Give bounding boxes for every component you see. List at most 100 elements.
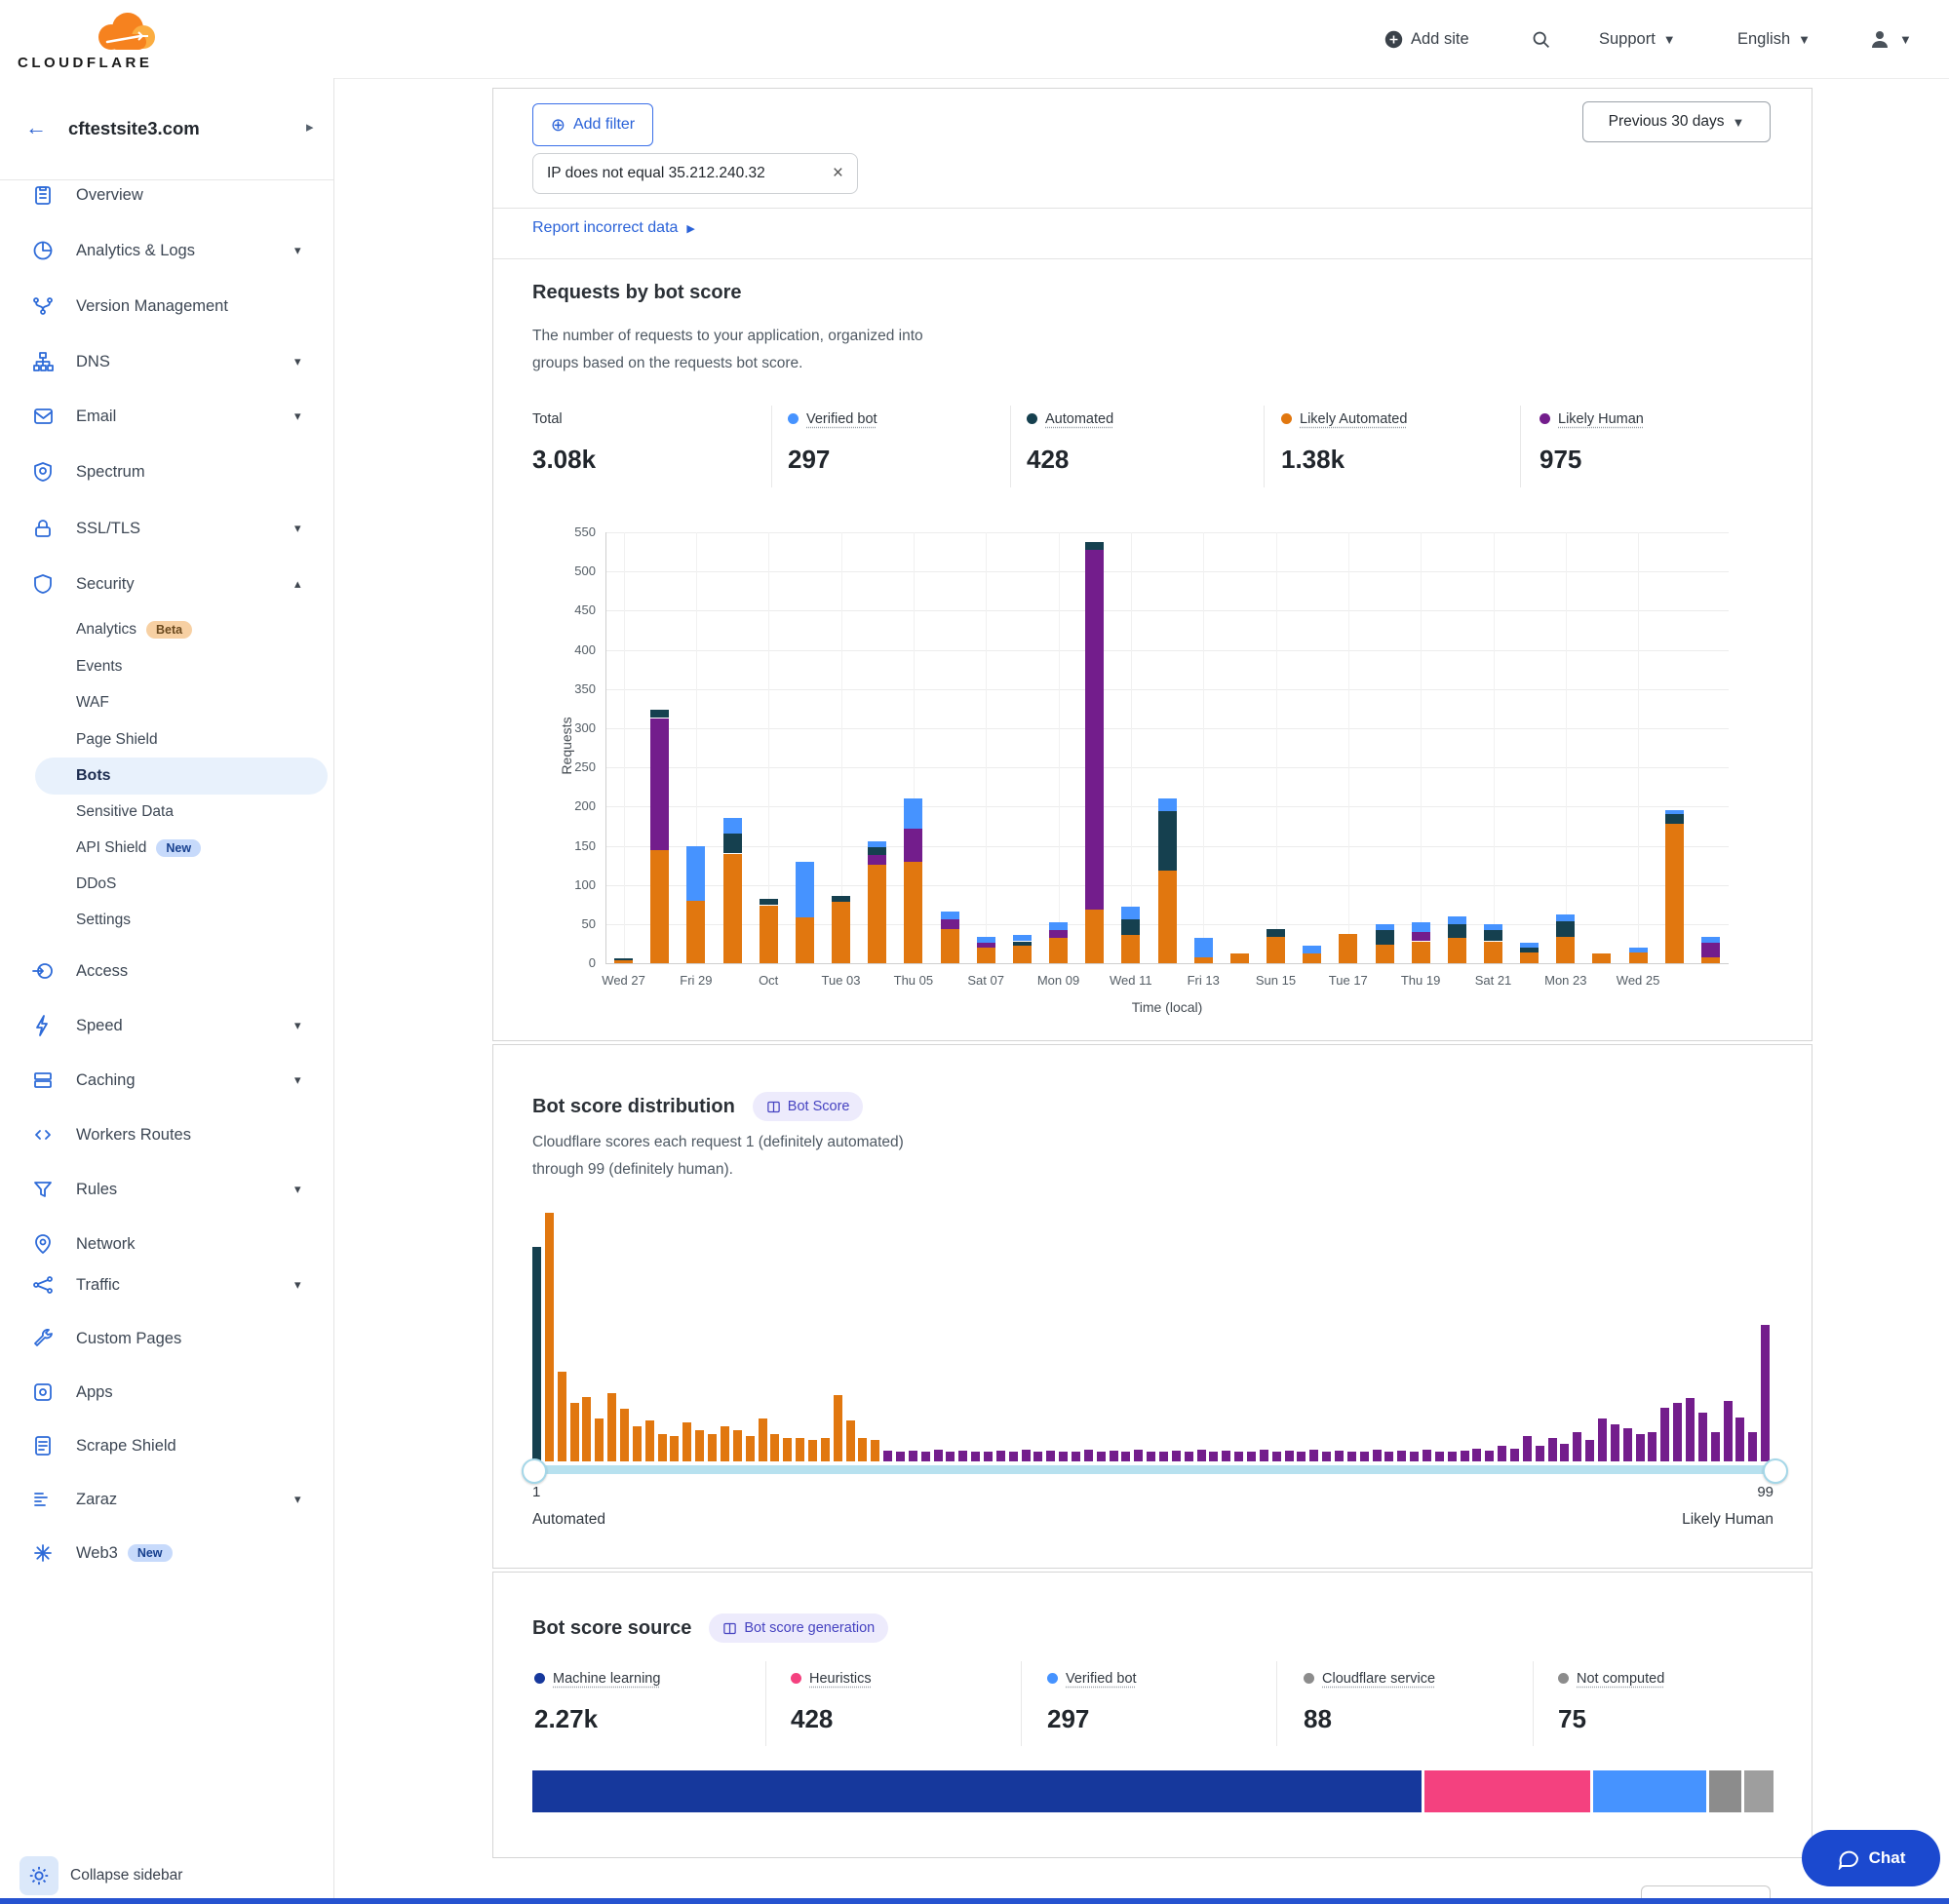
account-menu[interactable]: ▼ xyxy=(1868,0,1912,78)
y-tick-label: 400 xyxy=(547,642,596,657)
chat-button[interactable]: Chat xyxy=(1802,1830,1940,1886)
chart-bar-segment xyxy=(1085,550,1104,911)
sidebar-item-scrape-shield[interactable]: Scrape Shield xyxy=(0,1428,333,1463)
sidebar-item-custom-pages[interactable]: Custom Pages xyxy=(0,1321,333,1356)
sidebar-item-caching[interactable]: Caching▾ xyxy=(0,1063,333,1098)
chevron-right-icon[interactable]: ▸ xyxy=(306,118,314,136)
chart-bar-segment xyxy=(1376,924,1394,930)
histogram-bar xyxy=(1623,1428,1632,1461)
chart-bar-segment xyxy=(650,710,669,718)
collapse-sidebar-label[interactable]: Collapse sidebar xyxy=(70,1867,182,1885)
sidebar-item-analytics[interactable]: AnalyticsBeta xyxy=(0,612,333,647)
sidebar-item-workers-routes[interactable]: Workers Routes xyxy=(0,1117,333,1152)
caret-up-icon: ▴ xyxy=(294,576,301,592)
requests-card-desc: The number of requests to your applicati… xyxy=(532,323,923,377)
filter-chip[interactable]: IP does not equal 35.212.240.32 × xyxy=(532,153,858,194)
sidebar-item-spectrum[interactable]: Spectrum xyxy=(0,454,333,489)
sidebar-item-page-shield[interactable]: Page Shield xyxy=(0,722,333,758)
chart-bar-segment xyxy=(1592,953,1611,963)
chart-bar-segment xyxy=(1376,930,1394,945)
sidebar-item-network[interactable]: Network xyxy=(0,1226,333,1262)
sidebar-item-rules[interactable]: Rules▾ xyxy=(0,1172,333,1207)
x-tick-label: Mon 23 xyxy=(1527,973,1605,988)
search-button[interactable] xyxy=(1531,0,1551,78)
sidebar-item-web3[interactable]: Web3New xyxy=(0,1535,333,1571)
requests-stat-automated: Automated428 xyxy=(1027,410,1113,475)
stat-label[interactable]: Cloudflare service xyxy=(1322,1671,1435,1687)
requests-stat-verified-bot: Verified bot297 xyxy=(788,410,877,475)
histogram-bar xyxy=(658,1434,667,1461)
sidebar-item-analytics-logs[interactable]: Analytics & Logs▾ xyxy=(0,233,333,268)
slider-handle-max[interactable] xyxy=(1763,1458,1788,1484)
sidebar-item-api-shield[interactable]: API ShieldNew xyxy=(0,831,333,866)
histogram-bar xyxy=(607,1393,616,1461)
requests-stat-total: Total3.08k xyxy=(532,410,596,475)
gridline-x xyxy=(1638,532,1639,963)
bot-score-badge[interactable]: Bot Score xyxy=(753,1092,864,1121)
sidebar-item-sensitive-data[interactable]: Sensitive Data xyxy=(0,795,333,830)
stat-value: 2.27k xyxy=(534,1704,660,1734)
caret-down-icon: ▾ xyxy=(294,408,301,424)
stat-label[interactable]: Heuristics xyxy=(809,1671,872,1687)
chart-bar-segment xyxy=(1158,871,1177,963)
sidebar-item-ddos[interactable]: DDoS xyxy=(0,867,333,902)
sidebar-item-waf[interactable]: WAF xyxy=(0,685,333,720)
stat-label[interactable]: Verified bot xyxy=(806,411,877,427)
stat-label[interactable]: Automated xyxy=(1045,411,1113,427)
histogram-bar xyxy=(1673,1403,1682,1461)
stat-value: 428 xyxy=(791,1704,872,1734)
support-menu[interactable]: Support ▼ xyxy=(1599,0,1676,78)
stat-value: 975 xyxy=(1540,445,1644,475)
sidebar-item-dns[interactable]: DNS▾ xyxy=(0,344,333,379)
close-icon[interactable]: × xyxy=(833,163,843,184)
histogram-bar xyxy=(808,1440,817,1461)
legend-dot xyxy=(1304,1673,1314,1684)
sidebar-item-events[interactable]: Events xyxy=(0,649,333,684)
sidebar-item-version-management[interactable]: Version Management xyxy=(0,289,333,324)
date-range-dropdown[interactable]: Previous 30 days ▼ xyxy=(1582,101,1771,142)
sidebar-item-traffic[interactable]: Traffic▾ xyxy=(0,1267,333,1302)
bot-score-source-card: Bot score source Bot score generation Ma… xyxy=(492,1572,1813,1858)
clipboard-icon xyxy=(31,183,55,207)
gridline-x xyxy=(1203,532,1204,963)
settings-gear-button[interactable] xyxy=(19,1856,58,1895)
stat-label[interactable]: Not computed xyxy=(1577,1671,1664,1687)
report-incorrect-data-link[interactable]: Report incorrect data ▶ xyxy=(532,219,695,237)
sidebar-item-access[interactable]: Access xyxy=(0,953,333,989)
stat-label[interactable]: Likely Human xyxy=(1558,411,1644,427)
stat-label[interactable]: Machine learning xyxy=(553,1671,660,1687)
sidebar-item-apps[interactable]: Apps xyxy=(0,1375,333,1410)
histogram-bar xyxy=(1648,1432,1657,1461)
source-bar-segment-machine-learning xyxy=(532,1770,1424,1812)
sidebar-item-settings[interactable]: Settings xyxy=(0,903,333,938)
language-menu[interactable]: English ▼ xyxy=(1737,0,1811,78)
cloudflare-logo[interactable]: CLOUDFLARE xyxy=(18,4,164,76)
site-name[interactable]: cftestsite3.com xyxy=(68,118,200,139)
branch-icon xyxy=(31,294,55,318)
histogram-bar xyxy=(1097,1452,1106,1461)
chart-bar-segment xyxy=(868,865,886,963)
add-filter-button[interactable]: ⊕ Add filter xyxy=(532,103,653,146)
stat-value: 297 xyxy=(1047,1704,1137,1734)
sidebar-item-security[interactable]: Security▴ xyxy=(0,566,333,602)
x-tick-label: Tue 03 xyxy=(802,973,880,988)
sidebar-item-speed[interactable]: Speed▾ xyxy=(0,1008,333,1043)
slider-handle-min[interactable] xyxy=(522,1458,547,1484)
sidebar-item-zaraz[interactable]: Zaraz▾ xyxy=(0,1482,333,1517)
sidebar-item-email[interactable]: Email▾ xyxy=(0,399,333,434)
score-slider-track[interactable] xyxy=(532,1465,1774,1474)
chart-bar-segment xyxy=(1412,922,1430,932)
histogram-bar xyxy=(1397,1451,1406,1461)
document-icon xyxy=(31,1434,55,1457)
add-site-button[interactable]: Add site xyxy=(1384,0,1469,78)
analytics-badge: Beta xyxy=(146,621,192,640)
sidebar-item-overview[interactable]: Overview xyxy=(0,177,333,213)
bot-score-generation-badge[interactable]: Bot score generation xyxy=(709,1613,888,1643)
stat-label[interactable]: Likely Automated xyxy=(1300,411,1407,427)
back-arrow-icon[interactable]: ← xyxy=(25,115,47,140)
plus-circle-icon xyxy=(1384,30,1403,49)
source-bar-segment-not-computed xyxy=(1744,1770,1774,1812)
stat-label[interactable]: Verified bot xyxy=(1066,1671,1137,1687)
sidebar-item-ssl-tls[interactable]: SSL/TLS▾ xyxy=(0,511,333,546)
sidebar-item-bots[interactable]: Bots xyxy=(0,758,333,794)
